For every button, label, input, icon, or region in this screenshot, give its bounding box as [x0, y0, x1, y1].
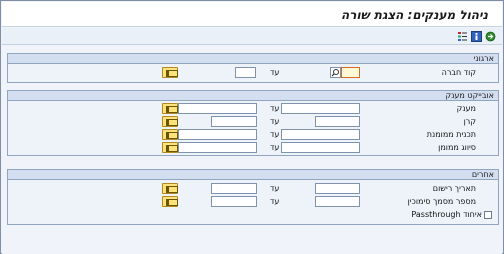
grant-object-group-title: אובייקט מענק: [445, 91, 494, 100]
fund-label: קרן: [463, 117, 476, 126]
sponsored-program-to-input[interactable]: [178, 129, 257, 140]
reference-doc-from-input[interactable]: [315, 196, 360, 207]
grant-object-group: אובייקט מענק מענק עד קרן עד תכנית ממומנת…: [7, 90, 499, 156]
grant-label: מענק: [456, 104, 476, 113]
to-label: עד: [270, 104, 280, 113]
other-group-title: אחרים: [471, 170, 494, 179]
sponsored-class-label: סיווג ממומן: [438, 143, 476, 152]
multiple-selection-button[interactable]: [162, 116, 178, 127]
application-toolbar: [2, 28, 502, 45]
title-bar: ניהול מענקים: הצגת שורה: [2, 2, 502, 27]
reference-doc-label: מספר מסמך סימוכין: [407, 197, 476, 206]
grant-from-input[interactable]: [281, 103, 360, 114]
multiple-selection-button[interactable]: [162, 67, 178, 78]
search-help-icon[interactable]: [330, 67, 341, 78]
posting-date-to-input[interactable]: [211, 183, 257, 194]
to-label: עד: [270, 184, 280, 193]
passthrough-checkbox[interactable]: [484, 211, 492, 219]
org-group: ארגוני קוד חברה עד: [7, 53, 499, 83]
sponsored-program-from-input[interactable]: [281, 129, 360, 140]
execute-icon[interactable]: [485, 31, 496, 42]
to-label: עד: [270, 117, 280, 126]
passthrough-label: איחוד Passthrough: [411, 210, 482, 219]
fund-to-input[interactable]: [211, 116, 257, 127]
posting-date-from-input[interactable]: [315, 183, 360, 194]
multiple-selection-button[interactable]: [162, 196, 178, 207]
to-label: עד: [270, 68, 280, 77]
sponsored-class-from-input[interactable]: [281, 142, 360, 153]
company-code-from-input[interactable]: [341, 67, 360, 78]
company-code-to-input[interactable]: [235, 67, 256, 78]
multiple-selection-button[interactable]: [162, 142, 178, 153]
selection-screen: ארגוני קוד חברה עד אובייקט מענק מענק עד …: [2, 46, 502, 254]
to-label: עד: [270, 143, 280, 152]
org-group-title: ארגוני: [473, 54, 494, 63]
other-group: אחרים תאריך רישום עד מספר מסמך סימוכין ע…: [7, 169, 499, 225]
to-label: עד: [270, 197, 280, 206]
company-code-label: קוד חברה: [441, 68, 476, 77]
posting-date-label: תאריך רישום: [432, 184, 476, 193]
multiple-selection-button[interactable]: [162, 129, 178, 140]
page-title: ניהול מענקים: הצגת שורה: [341, 8, 488, 22]
to-label: עד: [270, 130, 280, 139]
sponsored-program-label: תכנית ממומנת: [426, 130, 476, 139]
fund-from-input[interactable]: [315, 116, 360, 127]
multiple-selection-button[interactable]: [162, 183, 178, 194]
sponsored-class-to-input[interactable]: [178, 142, 257, 153]
reference-doc-to-input[interactable]: [211, 196, 257, 207]
info-icon[interactable]: [471, 31, 482, 42]
app-window: ניהול מענקים: הצגת שורה ארגוני קוד חברה …: [0, 0, 504, 254]
grant-to-input[interactable]: [178, 103, 257, 114]
multiple-selection-button[interactable]: [162, 103, 178, 114]
menu-icon[interactable]: [457, 31, 468, 42]
